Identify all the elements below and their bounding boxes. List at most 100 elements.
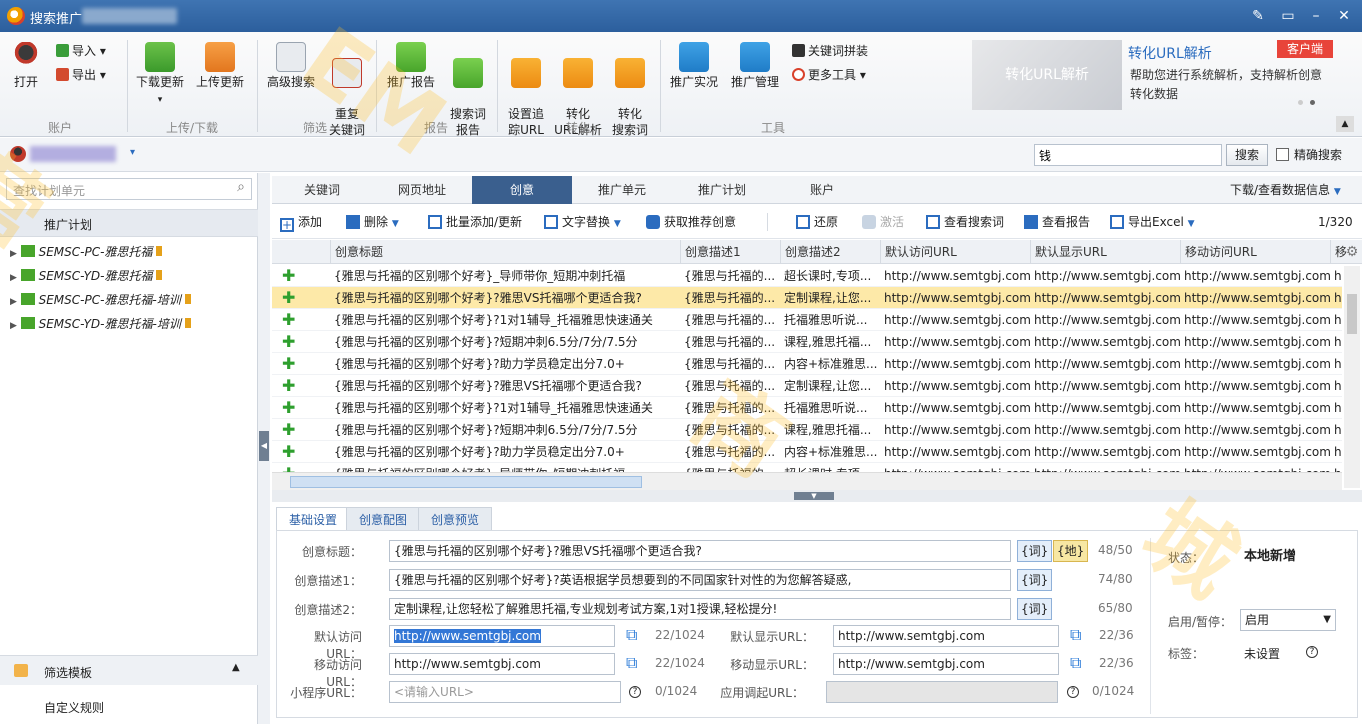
table-row[interactable]: ✚ {雅思与托福的区别哪个好考}?1对1辅导_托福雅思快速通关 {雅思与托福的...… xyxy=(272,397,1342,419)
chevron-up-icon[interactable]: ▲ xyxy=(232,662,240,673)
table-cell[interactable]: {雅思与托福的... xyxy=(680,309,780,331)
table-row[interactable]: ✚ {雅思与托福的区别哪个好考}?短期冲刺6.5分/7分/7.5分 {雅思与托福的.… xyxy=(272,419,1342,441)
table-cell[interactable]: http://www.semtgbj.com xyxy=(1180,441,1330,463)
table-cell[interactable]: http://www.semtgbj.com xyxy=(880,397,1030,419)
table-cell[interactable]: 托福雅思听说... xyxy=(780,309,880,331)
default-show-url-input[interactable]: http://www.semtgbj.com xyxy=(833,625,1059,647)
view-report-button[interactable]: 查看报告 xyxy=(1024,213,1090,231)
collapse-ribbon-icon[interactable]: ▲ xyxy=(1336,116,1354,132)
promotion-report-button[interactable]: 推广报告 xyxy=(384,42,438,90)
plan-search-box[interactable]: 查找计划单元 ⌕ xyxy=(6,178,252,200)
table-cell[interactable]: http://www.semtgbj.com xyxy=(1030,419,1180,441)
table-cell[interactable]: http://www.semtgbj.com xyxy=(1030,353,1180,375)
table-cell[interactable]: http://www.semtgbj.com xyxy=(1180,375,1330,397)
tree-plan-item[interactable]: ▶ SEMSC-YD-雅思托福-培训 xyxy=(10,313,191,335)
table-cell[interactable]: 超长课时,专项... xyxy=(780,265,880,287)
column-header[interactable]: 创意描述1 xyxy=(680,240,780,264)
edit-icon[interactable]: ✎ xyxy=(1248,6,1268,26)
text-replace-button[interactable]: 文字替换 ▼ xyxy=(544,213,621,233)
table-cell[interactable]: h xyxy=(1330,419,1342,441)
desc2-input[interactable]: 定制课程,让您轻松了解雅思托福,专业规划考试方案,1对1授课,轻松提分! xyxy=(389,598,1011,620)
table-cell[interactable]: http://www.semtgbj.com xyxy=(1180,265,1330,287)
table-cell[interactable]: {雅思与托福的区别哪个好考}?1对1辅导_托福雅思快速通关 xyxy=(330,397,680,419)
table-cell[interactable]: http://www.semtgbj.com xyxy=(1180,397,1330,419)
table-cell[interactable]: http://www.semtgbj.com xyxy=(1030,265,1180,287)
panel-splitter[interactable]: ▼ xyxy=(272,490,1362,502)
table-cell[interactable]: http://www.semtgbj.com xyxy=(1180,419,1330,441)
table-cell[interactable]: 定制课程,让您... xyxy=(780,375,880,397)
insert-location-button[interactable]: {地} xyxy=(1053,540,1089,562)
table-cell[interactable]: 内容+标准雅思... xyxy=(780,441,880,463)
table-row[interactable]: ✚ {雅思与托福的区别哪个好考}?助力学员稳定出分7.0+ {雅思与托福的... 内容… xyxy=(272,353,1342,375)
promotion-manage-button[interactable]: 推广管理 xyxy=(728,42,782,90)
table-cell[interactable]: http://www.semtgbj.com xyxy=(1030,287,1180,309)
horizontal-scrollbar[interactable] xyxy=(272,472,1342,490)
table-cell[interactable]: {雅思与托福的区别哪个好考}?雅思VS托福哪个更适合我? xyxy=(330,287,680,309)
open-button[interactable]: 打开 xyxy=(8,42,44,90)
expand-plus-icon[interactable]: ✚ xyxy=(282,334,296,350)
expand-arrow-icon[interactable]: ▶ xyxy=(10,297,17,307)
table-cell[interactable]: {雅思与托福的... xyxy=(680,419,780,441)
column-header[interactable]: 创意描述2 xyxy=(780,240,880,264)
table-cell[interactable]: 定制课程,让您... xyxy=(780,287,880,309)
banner-title[interactable]: 转化URL解析 xyxy=(1128,43,1212,63)
column-header[interactable]: 默认显示URL xyxy=(1030,240,1180,264)
open-link-icon[interactable]: ⧉ xyxy=(626,655,642,671)
table-cell[interactable]: {雅思与托福的... xyxy=(680,375,780,397)
table-cell[interactable]: http://www.semtgbj.com xyxy=(1180,331,1330,353)
table-cell[interactable]: http://www.semtgbj.com xyxy=(880,287,1030,309)
table-cell[interactable]: {雅思与托福的... xyxy=(680,441,780,463)
expand-plus-icon[interactable]: ✚ xyxy=(282,312,296,328)
tab-keyword[interactable]: 关键词 xyxy=(272,176,372,204)
tab-basic-settings[interactable]: 基础设置 xyxy=(276,507,351,531)
table-cell[interactable]: http://www.semtgbj.com xyxy=(880,265,1030,287)
download-info-link[interactable]: 下载/查看数据信息 ▼ xyxy=(1230,181,1341,198)
account-dropdown-icon[interactable]: ▾ xyxy=(130,147,135,158)
table-cell[interactable]: h xyxy=(1330,287,1342,309)
table-cell[interactable]: h xyxy=(1330,265,1342,287)
table-cell[interactable]: http://www.semtgbj.com xyxy=(1030,331,1180,353)
table-cell[interactable]: http://www.semtgbj.com xyxy=(880,375,1030,397)
help-icon[interactable]: ? xyxy=(1306,646,1318,658)
table-cell[interactable]: h xyxy=(1330,353,1342,375)
table-cell[interactable]: http://www.semtgbj.com xyxy=(880,353,1030,375)
table-cell[interactable]: http://www.semtgbj.com xyxy=(880,331,1030,353)
tab-creative[interactable]: 创意 xyxy=(472,176,572,204)
table-cell[interactable]: http://www.semtgbj.com xyxy=(880,441,1030,463)
table-cell[interactable]: h xyxy=(1330,441,1342,463)
table-cell[interactable]: 托福雅思听说... xyxy=(780,397,880,419)
plan-header[interactable]: 推广计划 xyxy=(0,209,258,237)
tree-plan-item[interactable]: ▶ SEMSC-PC-雅思托福 xyxy=(10,241,163,263)
filter-template-header[interactable]: 筛选模板 ▲ xyxy=(0,655,258,685)
column-header[interactable]: 移动访问URL xyxy=(1180,240,1330,264)
table-row[interactable]: ✚ {雅思与托福的区别哪个好考}?雅思VS托福哪个更适合我? {雅思与托福的... 定… xyxy=(272,375,1342,397)
tab-creative-preview[interactable]: 创意预览 xyxy=(418,507,493,531)
minimize-icon[interactable]: – xyxy=(1306,6,1326,26)
tab-account[interactable]: 账户 xyxy=(772,176,872,204)
mobile-show-url-input[interactable]: http://www.semtgbj.com xyxy=(833,653,1059,675)
table-cell[interactable]: {雅思与托福的... xyxy=(680,331,780,353)
title-input[interactable]: {雅思与托福的区别哪个好考}?雅思VS托福哪个更适合我? xyxy=(389,540,1011,562)
splitter-arrow-icon[interactable]: ▼ xyxy=(794,492,834,500)
open-link-icon[interactable]: ⧉ xyxy=(1070,655,1086,671)
search-input[interactable] xyxy=(1034,144,1222,166)
insert-word-button[interactable]: {词} xyxy=(1017,598,1053,620)
table-cell[interactable]: http://www.semtgbj.com xyxy=(1030,375,1180,397)
import-button[interactable]: 导入 ▾ xyxy=(56,42,106,60)
column-header[interactable]: 创意标题 xyxy=(330,240,680,264)
table-cell[interactable]: http://www.semtgbj.com xyxy=(1030,441,1180,463)
exact-search-checkbox[interactable] xyxy=(1276,148,1289,161)
expand-arrow-icon[interactable]: ▶ xyxy=(10,321,17,331)
default-url-input[interactable]: http://www.semtgbj.com xyxy=(389,625,615,647)
horizontal-scrollbar-thumb[interactable] xyxy=(290,476,642,488)
tab-unit[interactable]: 推广单元 xyxy=(572,176,672,204)
column-header[interactable]: 默认访问URL xyxy=(880,240,1030,264)
upload-update-button[interactable]: 上传更新 xyxy=(194,42,246,90)
table-row[interactable]: ✚ {雅思与托福的区别哪个好考}?短期冲刺6.5分/7分/7.5分 {雅思与托福的.… xyxy=(272,331,1342,353)
table-cell[interactable]: {雅思与托福的区别哪个好考}?短期冲刺6.5分/7分/7.5分 xyxy=(330,419,680,441)
table-cell[interactable]: {雅思与托福的区别哪个好考}?1对1辅导_托福雅思快速通关 xyxy=(330,309,680,331)
table-cell[interactable]: http://www.semtgbj.com xyxy=(880,309,1030,331)
table-row[interactable]: ✚ {雅思与托福的区别哪个好考}?1对1辅导_托福雅思快速通关 {雅思与托福的...… xyxy=(272,309,1342,331)
table-cell[interactable]: 课程,雅思托福... xyxy=(780,419,880,441)
minimize-to-tray-icon[interactable]: ▭ xyxy=(1278,6,1298,26)
